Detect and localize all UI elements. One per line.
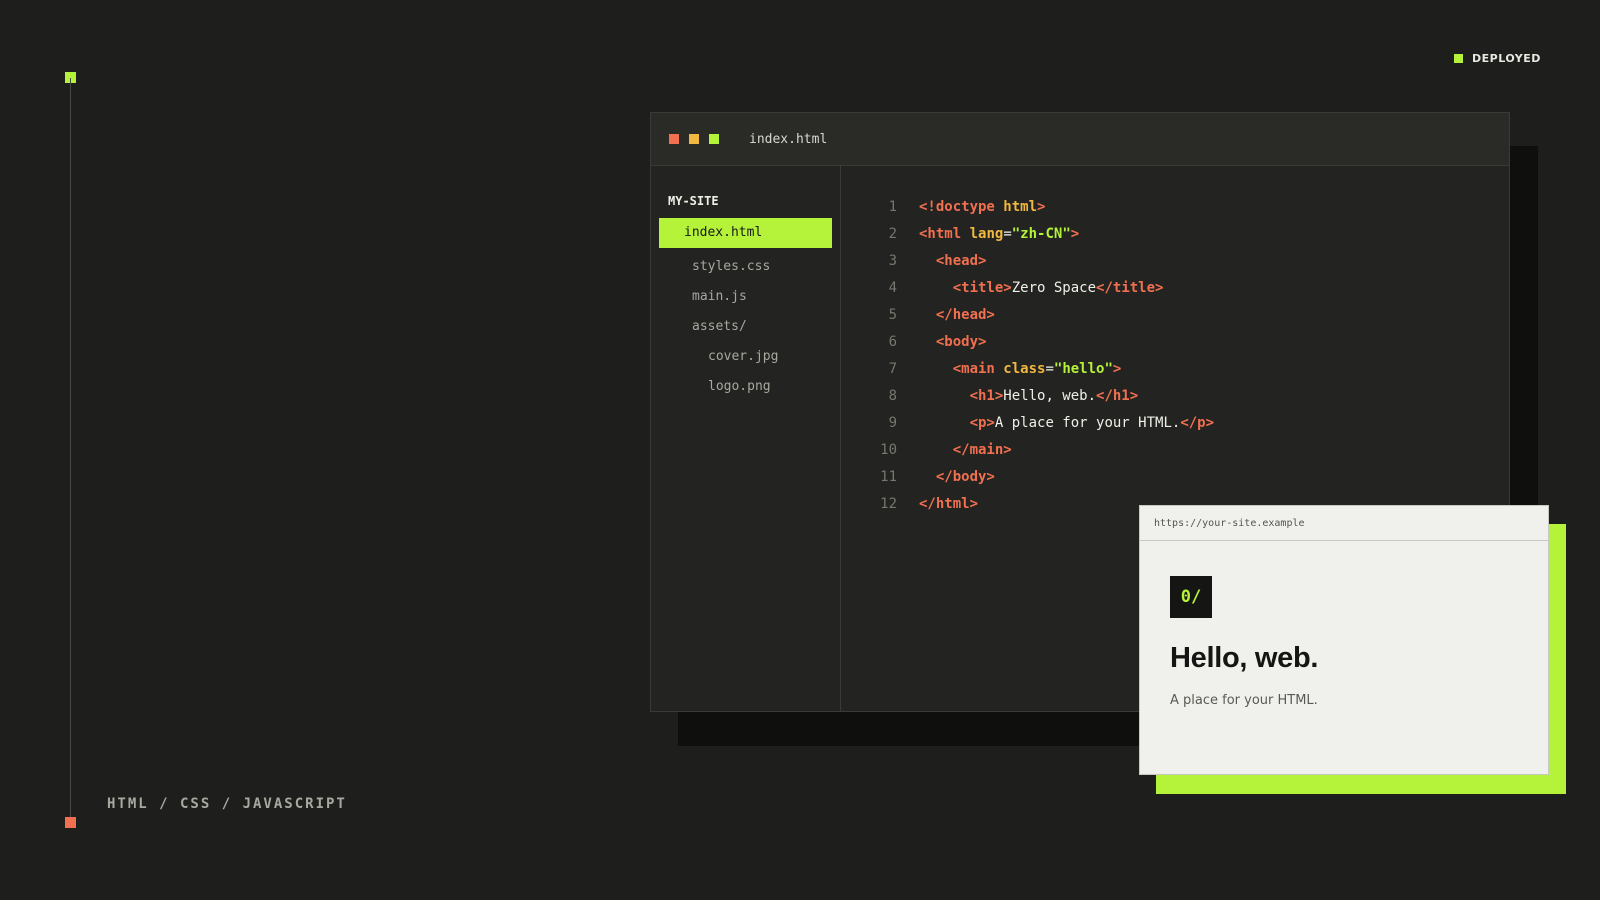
code-token: > <box>1037 199 1046 215</box>
code-token: html <box>994 199 1038 215</box>
code-token: </p> <box>1180 415 1215 431</box>
preview-url-bar[interactable]: https://your-site.example <box>1140 506 1548 541</box>
code-line: 8 <h1> Hello, web. </h1> <box>869 383 1509 410</box>
code-line: 11 </body> <box>869 464 1509 491</box>
line-number: 12 <box>880 496 897 512</box>
code-line: 9 <p> A place for your HTML. </p> <box>869 410 1509 437</box>
code-line: 5 </head> <box>869 302 1509 329</box>
code-token: = <box>1003 226 1012 242</box>
code-token: </html> <box>919 496 979 512</box>
code-token: class <box>994 361 1046 377</box>
editor-titlebar: index.html <box>651 113 1509 166</box>
site-preview-card: https://your-site.example 0/ Hello, web.… <box>1139 505 1549 775</box>
stack-label: HTML / CSS / JAVASCRIPT <box>107 796 347 812</box>
code-line: 7 <main class = "hello" > <box>869 356 1509 383</box>
file-index-html[interactable]: index.html <box>659 218 832 248</box>
preview-subtext: A place for your HTML. <box>1170 693 1318 708</box>
line-number: 10 <box>880 442 897 458</box>
code-token: Hello, web. <box>1003 388 1097 404</box>
project-root-folder[interactable]: MY-SITE <box>651 194 840 208</box>
line-number: 3 <box>888 253 897 269</box>
code-token: <html <box>919 226 962 242</box>
status-square-icon <box>1454 54 1463 63</box>
line-number: 1 <box>888 199 897 215</box>
code-token: > <box>1070 226 1080 242</box>
file-styles-css[interactable]: styles.css <box>659 252 832 282</box>
minimize-window-icon[interactable] <box>689 134 699 144</box>
code-token: </title> <box>1096 280 1164 296</box>
code-line: 4 <title> Zero Space </title> <box>869 275 1509 302</box>
code-token: A place for your HTML. <box>994 415 1181 431</box>
code-line: 1 <!doctype html > <box>869 194 1509 221</box>
code-token: </main> <box>952 442 1012 458</box>
file-logo-png[interactable]: logo.png <box>659 372 832 402</box>
code-token: "zh-CN" <box>1011 226 1071 242</box>
maximize-window-icon[interactable] <box>709 134 719 144</box>
folder-assets[interactable]: assets/ <box>659 312 832 342</box>
code-line: 2 <html lang = "zh-CN" > <box>869 221 1509 248</box>
code-token: "hello" <box>1053 361 1113 377</box>
deployed-label: DEPLOYED <box>1472 52 1541 65</box>
line-number: 2 <box>888 226 897 242</box>
line-number: 6 <box>888 334 897 350</box>
file-main-js[interactable]: main.js <box>659 282 832 312</box>
code-token: <title> <box>952 280 1012 296</box>
code-line: 3 <head> <box>869 248 1509 275</box>
line-number: 8 <box>888 388 897 404</box>
code-token: </head> <box>935 307 995 323</box>
code-token: <h1> <box>969 388 1004 404</box>
code-token: > <box>1112 361 1122 377</box>
line-number: 7 <box>888 361 897 377</box>
code-token: Zero Space <box>1011 280 1097 296</box>
file-cover-jpg[interactable]: cover.jpg <box>659 342 832 372</box>
code-token: <body> <box>935 334 987 350</box>
code-line: 10 </main> <box>869 437 1509 464</box>
code-token: lang <box>961 226 1004 242</box>
code-token: <head> <box>935 253 987 269</box>
line-number: 9 <box>888 415 897 431</box>
editor-tab-title[interactable]: index.html <box>749 132 827 147</box>
close-window-icon[interactable] <box>669 134 679 144</box>
line-number: 11 <box>880 469 897 485</box>
line-number: 5 <box>888 307 897 323</box>
code-token: <!doctype <box>919 199 995 215</box>
preview-heading: Hello, web. <box>1170 642 1319 674</box>
code-token: <p> <box>969 415 995 431</box>
site-logo: 0/ <box>1170 576 1212 618</box>
code-token: </body> <box>935 469 995 485</box>
deployed-badge: DEPLOYED <box>1454 52 1541 65</box>
file-explorer-sidebar: MY-SITE index.html styles.css main.js as… <box>651 166 841 712</box>
code-token: <main <box>952 361 995 377</box>
code-token: </h1> <box>1096 388 1139 404</box>
line-number: 4 <box>888 280 897 296</box>
rail-bottom-marker <box>65 817 76 828</box>
rail-line <box>70 78 71 822</box>
code-token: = <box>1045 361 1054 377</box>
code-line: 6 <body> <box>869 329 1509 356</box>
